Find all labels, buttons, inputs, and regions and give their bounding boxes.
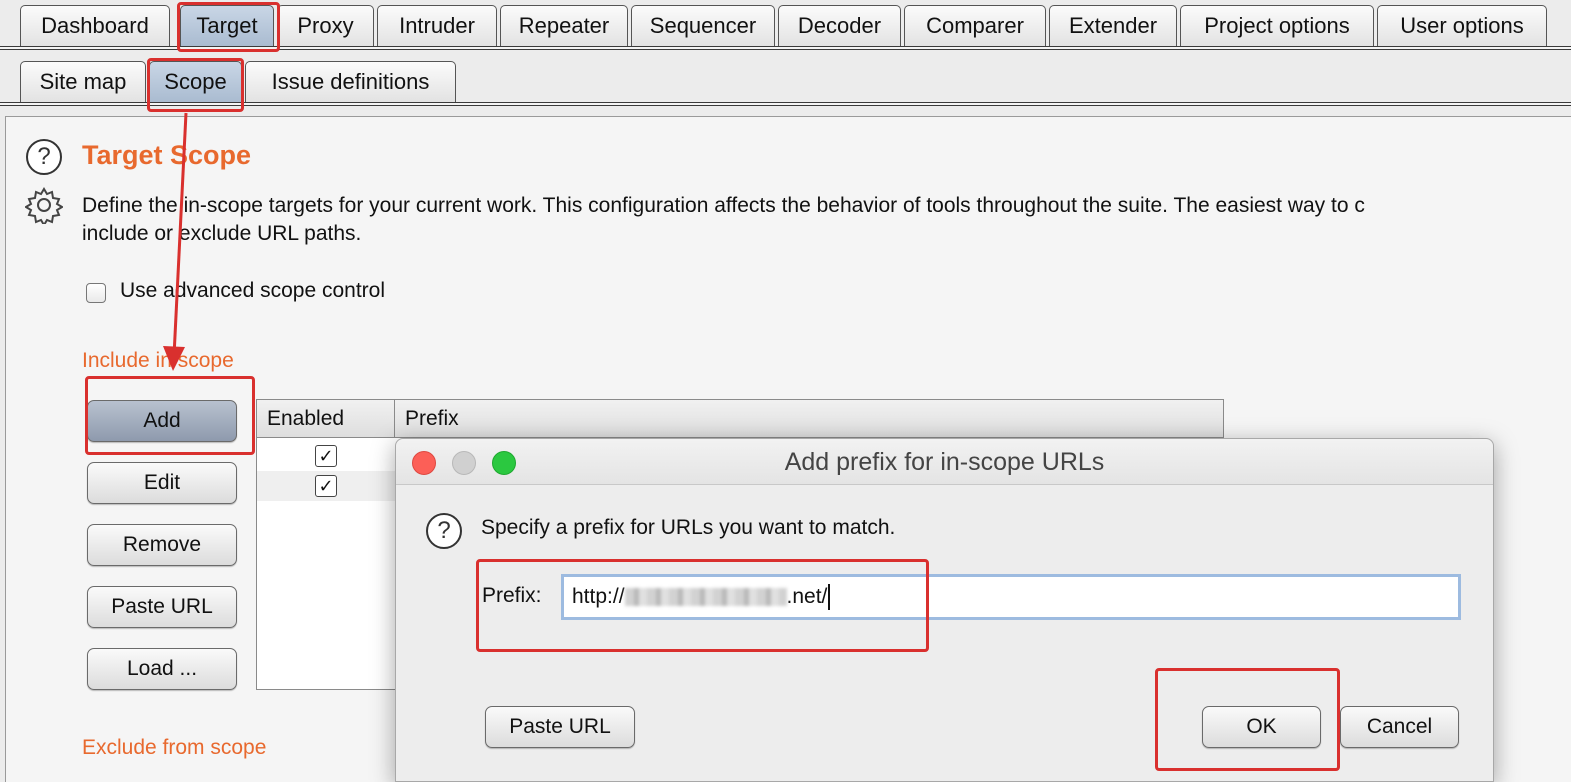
add-button[interactable]: Add [87,400,237,442]
tab-scope[interactable]: Scope [149,61,242,103]
prefix-label: Prefix: [482,584,542,607]
ok-button[interactable]: OK [1202,706,1321,748]
gear-icon[interactable] [25,186,63,224]
dialog-titlebar: Add prefix for in-scope URLs [396,439,1493,485]
tab-divider [0,46,1571,50]
exclude-from-scope-heading: Exclude from scope [82,736,267,759]
tab-decoder[interactable]: Decoder [778,5,901,47]
page-title: Target Scope [82,140,252,170]
tab-dashboard[interactable]: Dashboard [20,5,170,47]
tab-issue-definitions[interactable]: Issue definitions [245,61,456,103]
tab-comparer[interactable]: Comparer [904,5,1046,47]
prefix-start: http:// [572,585,625,608]
scope-description-line2: include or exclude URL paths. [82,222,362,245]
paste-url-button[interactable]: Paste URL [87,586,237,628]
tab-extender[interactable]: Extender [1049,5,1177,47]
load-button[interactable]: Load ... [87,648,237,690]
add-prefix-dialog: Add prefix for in-scope URLs ? Specify a… [395,438,1494,782]
dialog-prompt: Specify a prefix for URLs you want to ma… [481,516,896,539]
edit-button[interactable]: Edit [87,462,237,504]
column-enabled[interactable]: Enabled [257,400,395,438]
advanced-scope-label: Use advanced scope control [120,279,385,302]
tab-divider [0,102,1571,106]
row-enabled-checkbox[interactable]: ✓ [315,445,337,467]
help-icon: ? [426,513,462,549]
tab-repeater[interactable]: Repeater [500,5,628,47]
tab-site-map[interactable]: Site map [20,61,146,103]
help-icon[interactable]: ? [26,139,62,175]
prefix-input[interactable]: http:// .net/ [561,574,1461,620]
text-cursor [828,584,831,611]
main-tab-bar: Dashboard Target Proxy Intruder Repeater… [0,0,1571,56]
table-header: Enabled Prefix [257,400,1223,438]
tab-intruder[interactable]: Intruder [377,5,497,47]
redacted-domain [624,588,787,607]
row-enabled-checkbox[interactable]: ✓ [315,475,337,497]
tab-sequencer[interactable]: Sequencer [631,5,775,47]
sub-tab-bar: Site map Scope Issue definitions [0,56,1571,112]
dialog-paste-url-button[interactable]: Paste URL [485,706,635,748]
advanced-scope-checkbox[interactable] [86,283,106,303]
tab-proxy[interactable]: Proxy [277,5,374,47]
dialog-title: Add prefix for in-scope URLs [784,448,1105,476]
column-prefix[interactable]: Prefix [395,400,1223,438]
tab-user-options[interactable]: User options [1377,5,1547,47]
include-in-scope-heading: Include in scope [82,349,234,372]
remove-button[interactable]: Remove [87,524,237,566]
prefix-end: .net/ [786,585,828,608]
scope-description-line1: Define the in-scope targets for your cur… [82,194,1365,217]
tab-project-options[interactable]: Project options [1180,5,1374,47]
cancel-button[interactable]: Cancel [1340,706,1459,748]
tab-target[interactable]: Target [180,5,274,47]
